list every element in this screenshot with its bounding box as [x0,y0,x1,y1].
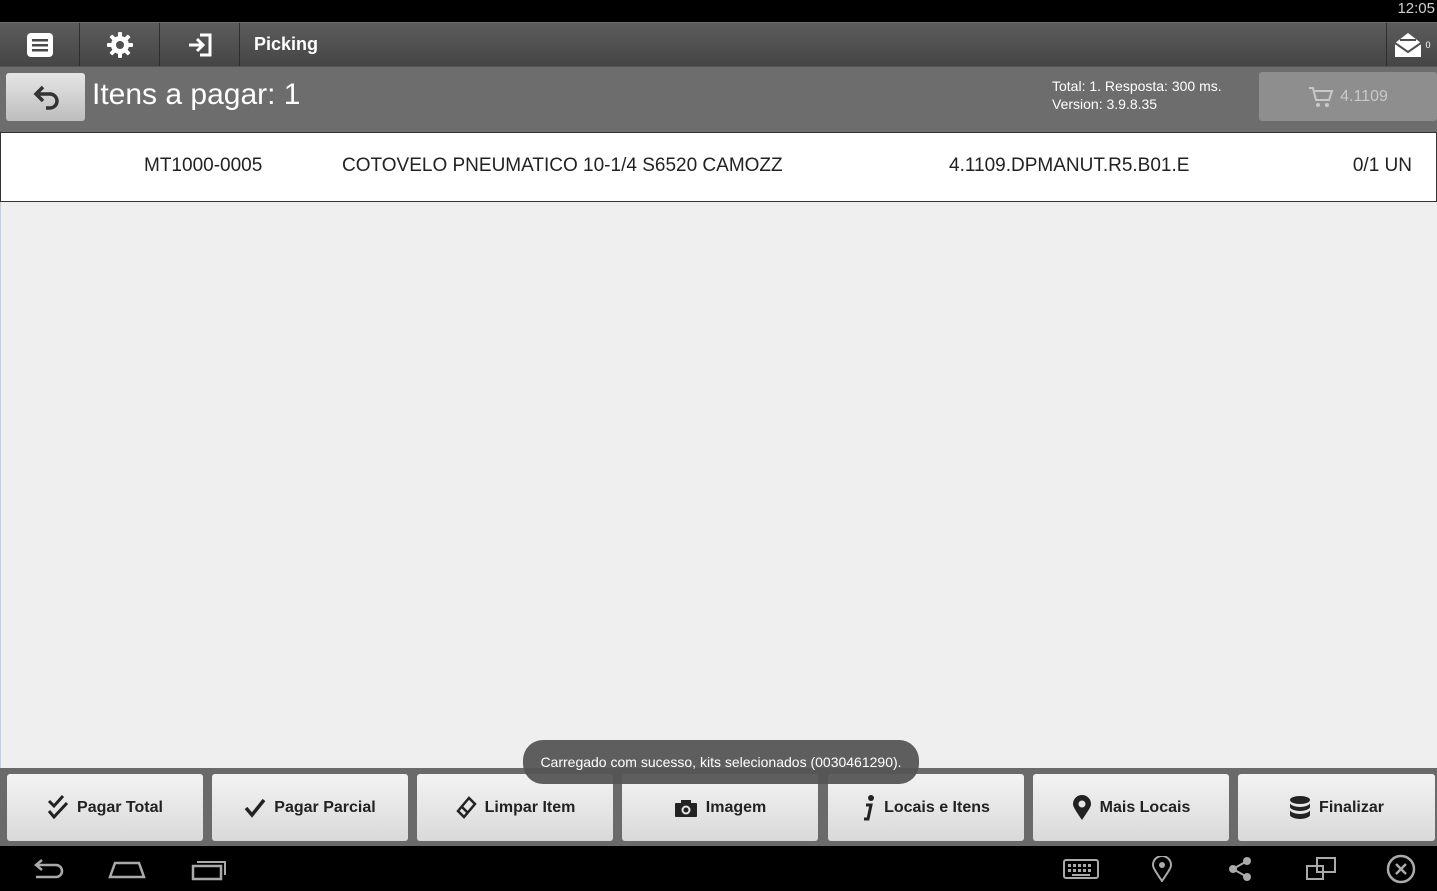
database-icon [1290,795,1311,819]
screen-icon [1306,857,1336,880]
mais-locais-label: Mais Locais [1099,798,1191,816]
double-check-icon [47,794,69,819]
status-bar: 12:05 [0,0,1437,22]
page-title: Itens a pagar: 1 [92,78,301,111]
finalizar-label: Finalizar [1319,798,1384,816]
imagem-button[interactable]: Imagem [622,774,818,841]
map-pin-icon [1072,794,1091,820]
toast-message: Carregado com sucesso, kits selecionados… [523,740,919,784]
item-quantity: 0/1 UN [1352,155,1412,176]
locais-itens-button[interactable]: Locais e Itens [828,774,1024,841]
location-button[interactable] [1148,854,1176,884]
finalizar-button[interactable]: Finalizar [1238,774,1435,841]
location-icon [1152,856,1172,882]
gear-icon [106,31,133,58]
item-location: 4.1109.DPMANUT.R5.B01.E [949,155,1190,176]
item-code: MT1000-0005 [144,155,263,176]
pagar-parcial-button[interactable]: Pagar Parcial [212,774,408,841]
mail-count: 0 [1425,39,1431,50]
action-bar: Picking 0 [0,22,1437,66]
close-icon [1386,854,1416,884]
navigation-bar [0,846,1437,891]
pagar-parcial-label: Pagar Parcial [274,798,376,816]
keyboard-button[interactable] [1062,854,1100,884]
share-button[interactable] [1225,854,1255,884]
nav-home-button[interactable] [106,854,148,884]
nav-back-icon [34,859,64,879]
nav-back-button[interactable] [28,854,68,884]
clock: 12:05 [1397,0,1435,17]
login-button[interactable] [160,23,240,66]
mais-locais-button[interactable]: Mais Locais [1033,774,1229,841]
nav-home-icon [108,861,146,879]
screen-button[interactable] [1303,854,1339,884]
mail-icon [1394,32,1423,57]
sub-header: Itens a pagar: 1 Total: 1. Resposta: 300… [0,66,1437,132]
cart-icon [1309,86,1334,107]
item-row[interactable]: MT1000-0005 COTOVELO PNEUMATICO 10-1/4 S… [0,132,1437,202]
back-button[interactable] [6,73,85,121]
keyboard-icon [1063,859,1099,879]
share-icon [1229,857,1251,881]
response-info: Total: 1. Resposta: 300 ms. Version: 3.9… [1052,77,1222,113]
imagem-label: Imagem [705,798,767,816]
limpar-item-button[interactable]: Limpar Item [417,774,613,841]
undo-icon [33,85,59,110]
total-response-text: Total: 1. Resposta: 300 ms. [1052,78,1222,94]
nav-recents-icon [191,861,226,881]
camera-icon [674,799,697,817]
limpar-item-label: Limpar Item [484,798,576,816]
eraser-icon [455,795,477,819]
item-list-area [0,202,1437,768]
menu-button[interactable] [0,23,80,66]
login-icon [188,33,211,56]
info-icon [864,794,875,820]
screen-title: Picking [254,34,319,54]
nav-recents-button[interactable] [188,854,228,884]
locais-itens-label: Locais e Itens [884,798,990,816]
settings-button[interactable] [80,23,160,66]
close-button[interactable] [1384,854,1418,884]
cart-button[interactable]: 4.1109 [1259,72,1437,121]
pagar-total-label: Pagar Total [77,798,163,816]
pagar-total-button[interactable]: Pagar Total [7,774,203,841]
menu-icon [26,32,53,57]
check-icon [244,798,266,818]
messages-button[interactable]: 0 [1386,23,1437,66]
item-description: COTOVELO PNEUMATICO 10-1/4 S6520 CAMOZZ [342,155,783,176]
cart-label: 4.1109 [1340,87,1388,105]
version-text: Version: 3.9.8.35 [1052,96,1158,112]
